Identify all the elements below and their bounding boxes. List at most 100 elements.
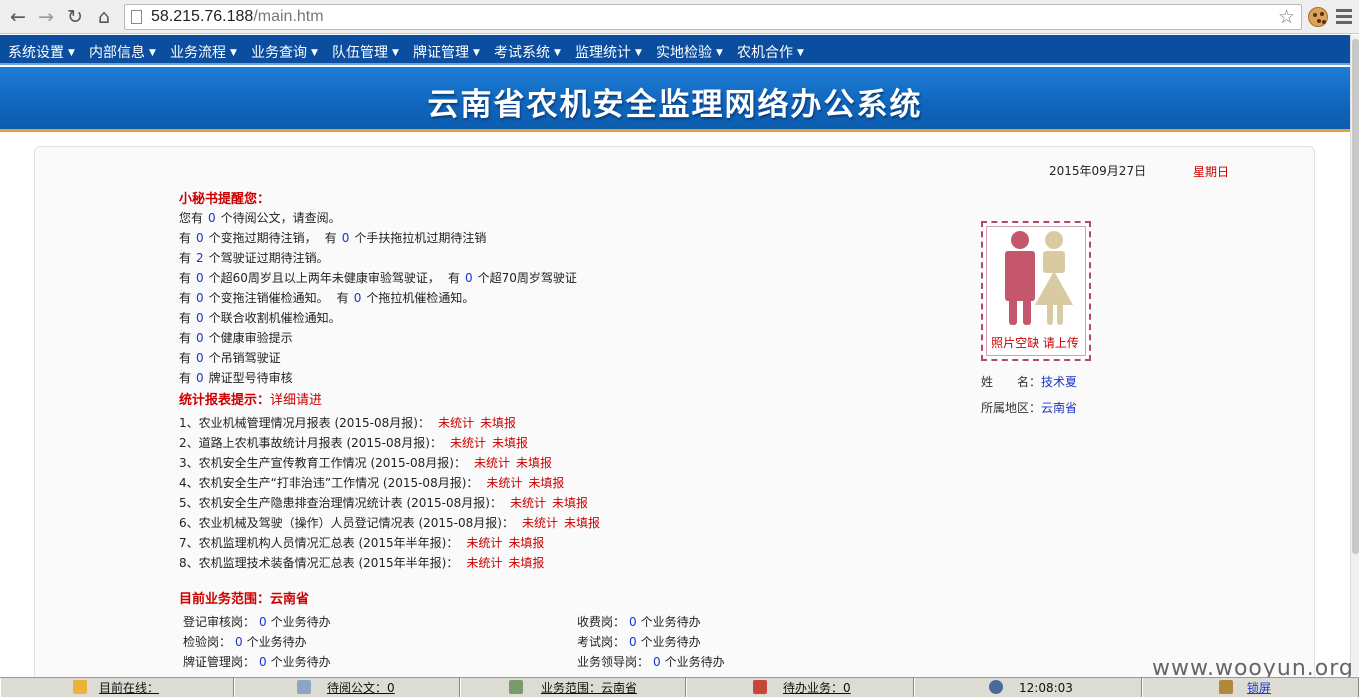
menu-label: 实地检验: [656, 45, 712, 61]
reminder-count[interactable]: 0: [196, 231, 204, 245]
reminder-count[interactable]: 2: [196, 251, 204, 265]
scope-count[interactable]: 0: [259, 615, 267, 629]
reminder-count[interactable]: 0: [196, 371, 204, 385]
menu-item-team[interactable]: 队伍管理 ▼: [332, 42, 399, 62]
forward-icon[interactable]: →: [34, 5, 58, 29]
report-row: 3、农机安全生产宣传教育工作情况 (2015-08月报)： 未统计 未填报: [179, 454, 552, 471]
dropdown-arrow-icon: ▼: [149, 48, 156, 58]
scope-role: 牌证管理岗：: [183, 655, 256, 669]
report-status-fill[interactable]: 未填报: [528, 476, 564, 490]
status-online[interactable]: 目前在线：: [0, 678, 234, 697]
status-time: 12:08:03: [1019, 681, 1073, 695]
address-bar[interactable]: 58.215.76.188/main.htm ☆: [124, 4, 1302, 30]
status-tasks[interactable]: 待办业务：0: [686, 678, 914, 697]
photo-caption[interactable]: 照片空缺 请上传: [983, 334, 1087, 351]
vertical-scrollbar[interactable]: [1350, 35, 1359, 676]
scope-role: 检验岗：: [183, 635, 232, 649]
scope-count[interactable]: 0: [653, 655, 661, 669]
reports-heading: 统计报表提示：详细请进: [179, 389, 322, 408]
page-icon: [131, 10, 142, 24]
reminder-prefix: 有: [447, 271, 460, 285]
reminder-text: 个超70周岁驾驶证: [477, 271, 577, 285]
url-host: 58.215.76.188: [151, 8, 254, 25]
menu-icon[interactable]: [1336, 9, 1352, 27]
reminder-count[interactable]: 0: [465, 271, 473, 285]
report-row: 8、农机监理技术装备情况汇总表 (2015年半年报)： 未统计 未填报: [179, 554, 544, 571]
report-status-stat[interactable]: 未统计: [486, 476, 522, 490]
reminder-count[interactable]: 0: [196, 351, 204, 365]
reminder-count[interactable]: 0: [342, 231, 350, 245]
report-status-stat[interactable]: 未统计: [510, 496, 546, 510]
report-label: 1、农业机械管理情况月报表 (2015-08月报)：: [179, 416, 430, 430]
scope-count[interactable]: 0: [259, 655, 267, 669]
scope-count[interactable]: 0: [629, 615, 637, 629]
scope-count[interactable]: 0: [629, 635, 637, 649]
report-row: 6、农业机械及驾驶（操作）人员登记情况表 (2015-08月报)： 未统计 未填报: [179, 514, 600, 531]
report-status-fill[interactable]: 未填报: [480, 416, 516, 430]
menu-item-exam[interactable]: 考试系统 ▼: [494, 42, 561, 62]
report-status-stat[interactable]: 未统计: [466, 536, 502, 550]
scope-count[interactable]: 0: [235, 635, 243, 649]
scrollbar-thumb[interactable]: [1352, 39, 1359, 554]
report-label: 2、道路上农机事故统计月报表 (2015-08月报)：: [179, 436, 442, 450]
report-row: 4、农机安全生产“打非治违”工作情况 (2015-08月报)： 未统计 未填报: [179, 474, 564, 491]
report-row: 2、道路上农机事故统计月报表 (2015-08月报)： 未统计 未填报: [179, 434, 528, 451]
user-photo-placeholder[interactable]: 照片空缺 请上传: [981, 221, 1091, 361]
menu-item-inspection[interactable]: 实地检验 ▼: [656, 42, 723, 62]
reminder-prefix: 有: [179, 291, 192, 305]
report-status-stat[interactable]: 未统计: [438, 416, 474, 430]
menu-item-internal[interactable]: 内部信息 ▼: [89, 42, 156, 62]
menu-item-license[interactable]: 牌证管理 ▼: [413, 42, 480, 62]
menu-item-cooperation[interactable]: 农机合作 ▼: [737, 42, 804, 62]
reminder-prefix: 有: [179, 251, 192, 265]
report-status-fill[interactable]: 未填报: [508, 536, 544, 550]
status-scope[interactable]: 业务范围：云南省: [460, 678, 686, 697]
reminder-text: 个手扶拖拉机过期待注销: [354, 231, 487, 245]
reminder-text: 个待阅公文，请查阅。: [220, 211, 341, 225]
lock-screen-link: 锁屏: [1247, 681, 1272, 695]
status-docs[interactable]: 待阅公文：0: [234, 678, 460, 697]
name-label: 姓 名：: [981, 375, 1042, 389]
reminder-prefix: 有: [179, 331, 192, 345]
reminder-count[interactable]: 0: [196, 291, 204, 305]
reload-icon[interactable]: ↻: [63, 5, 87, 29]
scope-row-right: 业务领导岗： 0 个业务待办: [577, 653, 725, 670]
scope-row-left: 牌证管理岗： 0 个业务待办: [183, 653, 331, 670]
home-icon[interactable]: ⌂: [92, 5, 116, 29]
menu-item-workflow[interactable]: 业务流程 ▼: [170, 42, 237, 62]
url-text[interactable]: 58.215.76.188/main.htm: [151, 8, 324, 26]
reminder-count[interactable]: 0: [196, 331, 204, 345]
report-status-fill[interactable]: 未填报: [508, 556, 544, 570]
menu-label: 牌证管理: [413, 45, 469, 61]
reminder-count[interactable]: 0: [354, 291, 362, 305]
bookmark-star-icon[interactable]: ☆: [1278, 6, 1295, 28]
reminder-count[interactable]: 0: [196, 271, 204, 285]
cookie-icon[interactable]: [1308, 7, 1328, 27]
reminder-prefix: 有: [179, 311, 192, 325]
report-status-stat[interactable]: 未统计: [522, 516, 558, 530]
report-status-stat[interactable]: 未统计: [466, 556, 502, 570]
dropdown-arrow-icon: ▼: [635, 48, 642, 58]
menu-item-query[interactable]: 业务查询 ▼: [251, 42, 318, 62]
reminder-prefix: 有: [179, 371, 192, 385]
reminder-line: 有 0 个超60周岁且以上两年未健康审验驾驶证，有 0 个超70周岁驾驶证: [179, 269, 577, 286]
report-status-fill[interactable]: 未填报: [516, 456, 552, 470]
report-status-fill[interactable]: 未填报: [552, 496, 588, 510]
report-status-fill[interactable]: 未填报: [564, 516, 600, 530]
status-lock[interactable]: 锁屏: [1142, 678, 1359, 697]
menu-item-system[interactable]: 系统设置 ▼: [8, 42, 75, 62]
status-clock: 12:08:03: [914, 678, 1142, 697]
reminder-text: 个联合收割机催检通知。: [208, 311, 341, 325]
reports-detail-link[interactable]: 详细请进: [270, 393, 322, 408]
reminder-count[interactable]: 0: [196, 311, 204, 325]
reminder-line: 您有 0 个待阅公文，请查阅。: [179, 209, 341, 226]
dropdown-arrow-icon: ▼: [716, 48, 723, 58]
back-icon[interactable]: ←: [6, 5, 30, 29]
reminder-count[interactable]: 0: [208, 211, 216, 225]
report-status-fill[interactable]: 未填报: [492, 436, 528, 450]
menu-item-statistics[interactable]: 监理统计 ▼: [575, 42, 642, 62]
report-status-stat[interactable]: 未统计: [474, 456, 510, 470]
report-status-stat[interactable]: 未统计: [450, 436, 486, 450]
region-row: 所属地区：云南省: [981, 399, 1077, 416]
header-banner: 云南省农机安全监理网络办公系统: [0, 67, 1350, 132]
